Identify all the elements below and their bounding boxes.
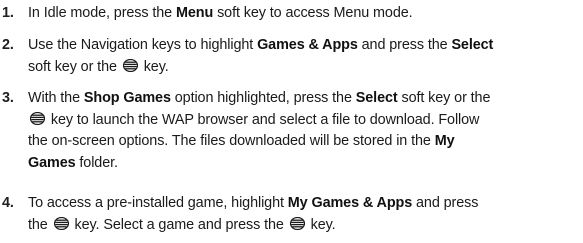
text-run: the xyxy=(28,216,52,233)
bold-term: My xyxy=(434,133,455,150)
step-line: key to launch the WAP browser and select… xyxy=(28,110,581,132)
step-text: To access a pre-installed game, highligh… xyxy=(28,193,581,236)
text-run: To access a pre-installed game, highligh… xyxy=(28,195,288,211)
text-run: key. xyxy=(306,216,336,233)
step-number: 1. xyxy=(2,5,14,21)
step-line: the on-screen options. The files downloa… xyxy=(28,131,581,153)
text-run: key. Select a game and press the xyxy=(70,216,288,233)
step-text: In Idle mode, press the Menu soft key to… xyxy=(28,3,581,25)
step-line: soft key or the key. xyxy=(28,57,581,79)
text-run: soft key or the xyxy=(397,90,491,106)
step-line: the key. Select a game and press the key… xyxy=(28,215,581,237)
step-line: With the Shop Games option highlighted, … xyxy=(28,88,581,110)
step-line: To access a pre-installed game, highligh… xyxy=(28,193,581,215)
select-key-icon xyxy=(122,58,138,72)
bold-term: Select xyxy=(451,37,494,53)
step-line: Use the Navigation keys to highlight Gam… xyxy=(28,35,581,57)
select-key-icon xyxy=(289,216,305,230)
instruction-list: 1. In Idle mode, press the Menu soft key… xyxy=(0,0,583,243)
select-key-icon xyxy=(53,216,69,230)
step-line: Games folder. xyxy=(28,153,581,175)
text-run: soft key or the xyxy=(28,58,121,75)
text-run: option highlighted, press the xyxy=(170,90,356,106)
text-run: soft key to access Menu mode. xyxy=(213,5,413,21)
bold-term: Select xyxy=(355,90,398,106)
step-number: 3. xyxy=(2,90,14,106)
bold-term: My Games & Apps xyxy=(287,195,413,211)
text-run: key. xyxy=(139,58,169,75)
step-text: Use the Navigation keys to highlight Gam… xyxy=(28,35,581,78)
text-run: With the xyxy=(28,90,84,106)
text-run: and press the xyxy=(357,37,452,53)
step-line: In Idle mode, press the Menu soft key to… xyxy=(28,3,581,25)
text-run: folder. xyxy=(75,154,118,171)
bold-term: Games xyxy=(28,154,76,171)
bold-term: Games & Apps xyxy=(257,37,358,53)
text-run: In Idle mode, press the xyxy=(28,5,176,21)
text-run: and press xyxy=(412,195,479,211)
step-number: 4. xyxy=(2,195,14,211)
step-text: With the Shop Games option highlighted, … xyxy=(28,88,581,174)
text-run: Use the Navigation keys to highlight xyxy=(28,37,258,53)
text-run: the on-screen options. The files downloa… xyxy=(28,133,435,150)
bold-term: Menu xyxy=(176,5,214,21)
bold-term: Shop Games xyxy=(83,90,171,106)
step-number: 2. xyxy=(2,37,14,53)
text-run: key to launch the WAP browser and select… xyxy=(47,111,480,128)
select-key-icon xyxy=(30,111,45,125)
